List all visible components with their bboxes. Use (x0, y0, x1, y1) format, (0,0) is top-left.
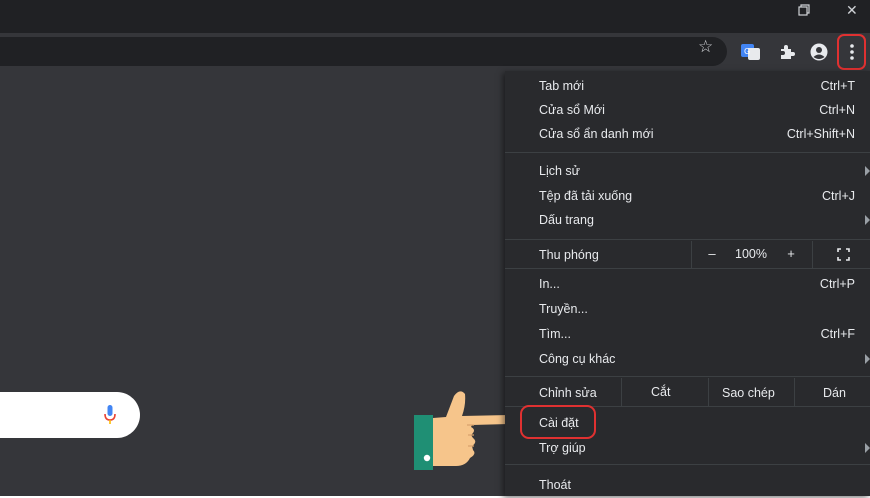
menu-item-new-window[interactable]: Cửa sổ Mới Ctrl+N (505, 99, 870, 123)
submenu-arrow-icon (865, 354, 870, 364)
pointing-hand-illustration (414, 391, 514, 470)
bookmark-star-icon[interactable]: ☆ (698, 37, 713, 57)
menu-item-help[interactable]: Trợ giúp (505, 437, 870, 461)
mic-icon[interactable] (104, 405, 116, 430)
zoom-level: 100% (735, 247, 767, 261)
copy-button[interactable]: Sao chép (722, 386, 775, 400)
menu-item-incognito[interactable]: Cửa sổ ẩn danh mới Ctrl+Shift+N (505, 123, 870, 147)
menu-divider (505, 152, 870, 153)
menu-divider (505, 268, 870, 269)
menu-divider (708, 378, 709, 406)
zoom-label: Thu phóng (539, 248, 599, 262)
submenu-arrow-icon (865, 215, 870, 225)
settings-highlight (520, 405, 596, 439)
profile-icon[interactable] (808, 42, 830, 62)
submenu-arrow-icon (865, 166, 870, 176)
fullscreen-icon[interactable] (837, 248, 850, 264)
puzzle-icon[interactable] (776, 42, 798, 62)
menu-divider (691, 241, 692, 268)
edit-label: Chỉnh sửa (539, 386, 597, 400)
address-bar[interactable] (0, 37, 727, 66)
zoom-out-button[interactable]: – (704, 246, 720, 261)
menu-item-history[interactable]: Lịch sử (505, 160, 870, 184)
cut-button[interactable]: Cắt (651, 385, 670, 399)
menu-item-zoom: Thu phóng – 100% + (505, 241, 870, 268)
menu-divider (812, 241, 813, 268)
menu-item-cast[interactable]: Truyền... (505, 298, 870, 322)
menu-divider (794, 378, 795, 406)
menu-item-find[interactable]: Tìm... Ctrl+F (505, 323, 870, 347)
menu-item-edit: Chỉnh sửa Cắt Sao chép Dán (505, 378, 870, 406)
menu-item-new-tab[interactable]: Tab mới Ctrl+T (505, 75, 870, 99)
close-icon[interactable]: ✕ (846, 2, 858, 19)
paste-button[interactable]: Dán (823, 386, 846, 400)
menu-divider (505, 239, 870, 240)
menu-item-exit[interactable]: Thoát (505, 474, 870, 498)
menu-divider (621, 378, 622, 406)
search-box[interactable] (0, 392, 140, 438)
restore-icon[interactable] (798, 3, 810, 19)
svg-text:G: G (744, 47, 750, 56)
menu-item-print[interactable]: In... Ctrl+P (505, 273, 870, 297)
browser-toolbar: ☆ G (0, 33, 870, 71)
menu-item-bookmarks[interactable]: Dấu trang (505, 209, 870, 233)
submenu-arrow-icon (865, 443, 870, 453)
title-bar: ✕ (0, 0, 870, 33)
zoom-in-button[interactable]: + (783, 246, 799, 261)
menu-button-highlight (837, 34, 866, 70)
menu-item-more-tools[interactable]: Công cụ khác (505, 348, 870, 372)
menu-divider (505, 376, 870, 377)
menu-item-downloads[interactable]: Tệp đã tải xuống Ctrl+J (505, 185, 870, 209)
translate-icon[interactable]: G (740, 42, 762, 62)
menu-divider (505, 464, 870, 465)
